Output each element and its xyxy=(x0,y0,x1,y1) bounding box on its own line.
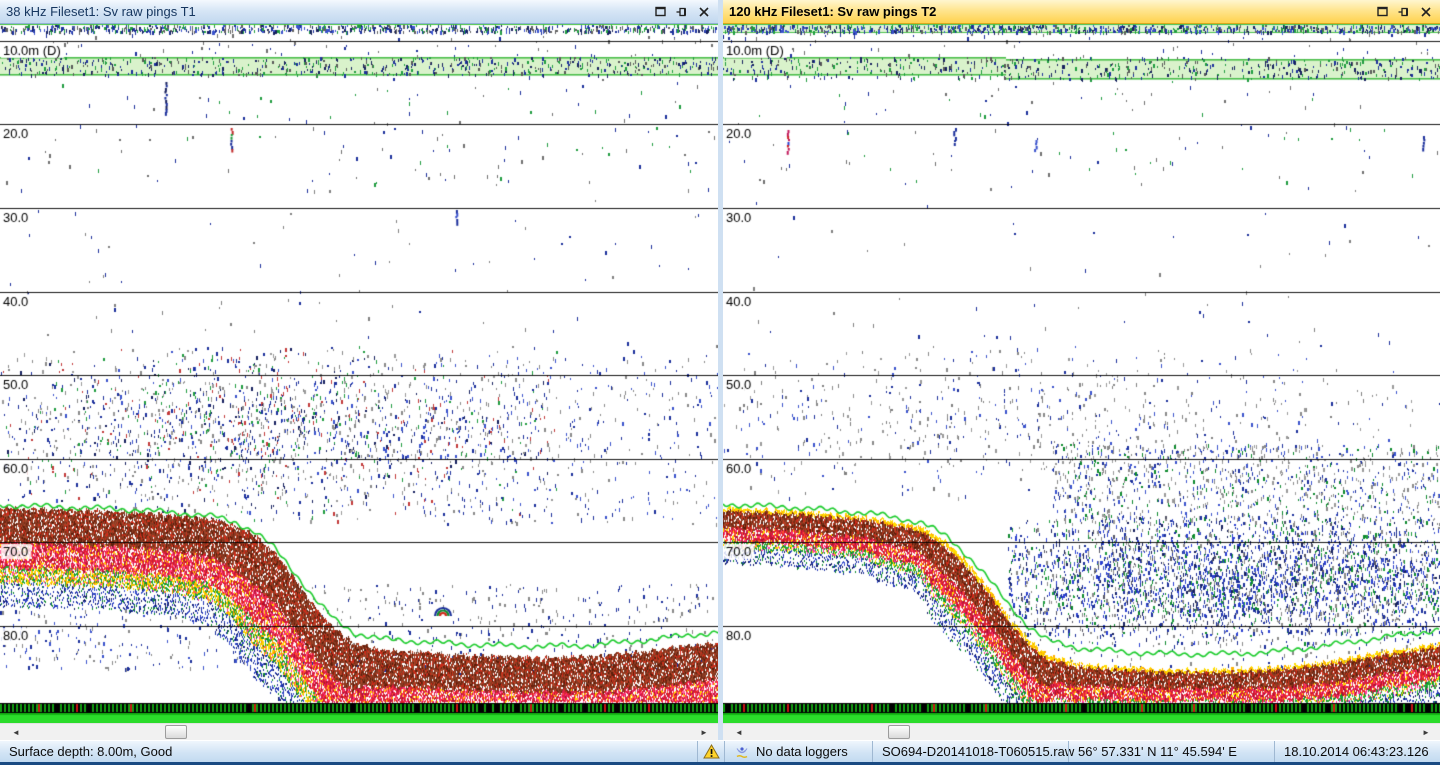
maximize-icon[interactable] xyxy=(1375,5,1389,19)
maximize-icon[interactable] xyxy=(653,5,667,19)
echogram-canvas-38khz[interactable] xyxy=(0,24,718,723)
filename-text: SO694-D20141018-T060515.raw xyxy=(882,744,1074,759)
h-scrollbar-120khz[interactable]: ◄ ► xyxy=(723,723,1440,740)
panel-title: 38 kHz Fileset1: Sv raw pings T1 xyxy=(4,4,653,19)
close-icon[interactable] xyxy=(697,5,711,19)
echogram-panel-120khz: 120 kHz Fileset1: Sv raw pings T2 ◄ ► xyxy=(723,0,1440,740)
pin-icon[interactable] xyxy=(675,5,689,19)
h-scrollbar-38khz[interactable]: ◄ ► xyxy=(0,723,718,740)
scroll-thumb[interactable] xyxy=(165,725,187,739)
echogram-workspace: 38 kHz Fileset1: Sv raw pings T1 ◄ ► xyxy=(0,0,1440,765)
scroll-thumb[interactable] xyxy=(888,725,910,739)
echogram-panel-38khz: 38 kHz Fileset1: Sv raw pings T1 ◄ ► xyxy=(0,0,718,740)
status-gps-position: 56° 57.331' N 11° 45.594' E xyxy=(1068,741,1274,762)
scroll-right-icon[interactable]: ► xyxy=(1418,725,1434,739)
datetime-text: 18.10.2014 06:43:23.126 xyxy=(1284,744,1429,759)
status-warning xyxy=(697,741,724,762)
scroll-left-icon[interactable]: ◄ xyxy=(731,725,747,739)
echogram-canvas-120khz[interactable] xyxy=(723,24,1440,723)
surface-depth-text: Surface depth: 8.00m, Good xyxy=(9,744,172,759)
gps-position-text: 56° 57.331' N 11° 45.594' E xyxy=(1078,744,1237,759)
status-data-loggers: No data loggers xyxy=(724,741,872,762)
panel-titlebar-120khz[interactable]: 120 kHz Fileset1: Sv raw pings T2 xyxy=(723,0,1440,24)
data-logger-icon[interactable] xyxy=(734,744,750,759)
pin-icon[interactable] xyxy=(1397,5,1411,19)
close-icon[interactable] xyxy=(1419,5,1433,19)
scroll-right-icon[interactable]: ► xyxy=(696,725,712,739)
status-filename: SO694-D20141018-T060515.raw xyxy=(872,741,1068,762)
warning-icon[interactable] xyxy=(703,744,720,759)
status-bar: Surface depth: 8.00m, Good No data logge… xyxy=(0,740,1440,765)
titlebar-buttons xyxy=(1375,5,1436,19)
panel-titlebar-38khz[interactable]: 38 kHz Fileset1: Sv raw pings T1 xyxy=(0,0,718,24)
titlebar-buttons xyxy=(653,5,714,19)
data-loggers-text: No data loggers xyxy=(756,744,848,759)
panel-title: 120 kHz Fileset1: Sv raw pings T2 xyxy=(727,4,1375,19)
status-datetime: 18.10.2014 06:43:23.126 xyxy=(1274,741,1440,762)
status-surface-depth: Surface depth: 8.00m, Good xyxy=(0,741,697,762)
scroll-left-icon[interactable]: ◄ xyxy=(8,725,24,739)
